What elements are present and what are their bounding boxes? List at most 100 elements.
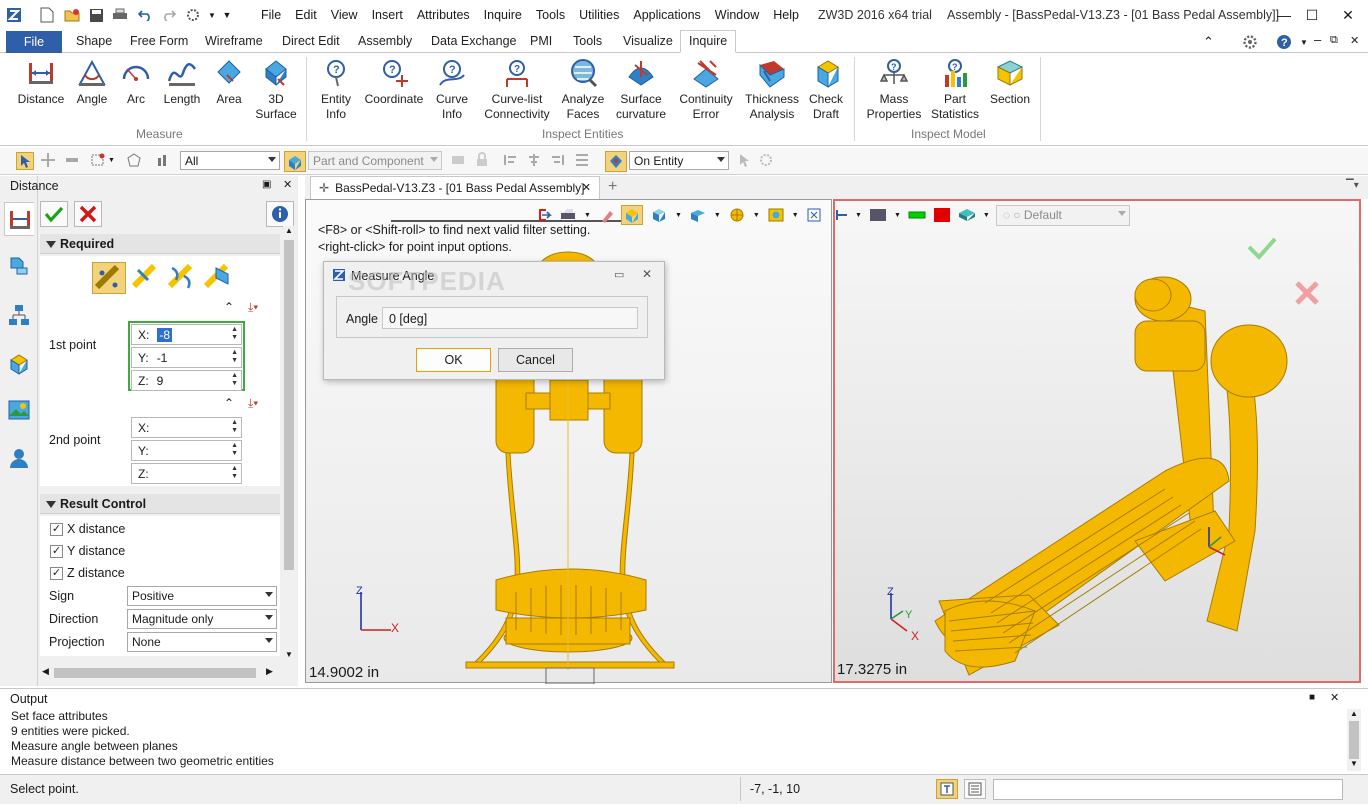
pick-options-icon[interactable]: ⤓▾ (248, 396, 258, 411)
eraser-icon[interactable] (598, 207, 614, 223)
menu-applications[interactable]: Applications (626, 8, 707, 22)
history-manager-icon[interactable] (7, 254, 31, 278)
scroll-up-icon[interactable]: ▲ (285, 226, 293, 235)
select-arrow-icon[interactable] (16, 152, 34, 170)
point-to-point-icon[interactable] (92, 262, 126, 294)
align-icon[interactable] (502, 152, 520, 170)
menu-help[interactable]: Help (766, 8, 806, 22)
new-tab-icon[interactable]: + (608, 178, 617, 196)
menu-tools[interactable]: Tools (529, 8, 572, 22)
tab-tools[interactable]: Tools (573, 34, 602, 48)
pin-icon[interactable]: ✛ (319, 181, 329, 195)
chevron-down-icon[interactable]: ▼ (714, 212, 721, 219)
output-pin-icon[interactable]: ■ (1309, 692, 1315, 703)
collapse-up-icon[interactable]: ⌃ (224, 396, 234, 410)
tab-direct-edit[interactable]: Direct Edit (282, 34, 340, 48)
shaded-view-icon[interactable] (620, 205, 643, 225)
tab-file[interactable]: File (6, 31, 62, 53)
settings-gear-icon[interactable] (184, 6, 202, 24)
command-input[interactable] (993, 779, 1343, 800)
first-point-y-field[interactable]: Y: -1 ▲ ▼ (131, 347, 242, 368)
first-point-x-field[interactable]: X: -8 ▲ ▼ (131, 324, 242, 345)
menu-inquire[interactable]: Inquire (477, 8, 529, 22)
green-color-swatch[interactable] (907, 207, 927, 223)
length-button[interactable]: Length (160, 57, 204, 107)
chevron-down-icon[interactable]: ▼ (894, 212, 901, 219)
material-icon[interactable] (957, 207, 977, 223)
distribute-icon[interactable] (574, 152, 592, 170)
part-statistics-button[interactable]: ? Part Statistics (930, 57, 980, 122)
x-distance-checkbox[interactable]: ✓ (50, 523, 63, 536)
distance-button[interactable]: Distance (18, 57, 64, 107)
dialog-help-icon[interactable]: ▭ (614, 268, 624, 281)
chevron-down-icon[interactable]: ▼ (983, 212, 990, 219)
on-entity-icon[interactable] (605, 151, 627, 172)
spinner-icon[interactable]: ▲ ▼ (231, 349, 238, 365)
spinner-icon[interactable]: ▲ ▼ (231, 326, 238, 342)
collapse-ribbon-icon[interactable]: ⌃ (1203, 34, 1214, 50)
pointer-icon[interactable] (736, 152, 754, 170)
thickness-analysis-button[interactable]: Thickness Analysis (744, 57, 800, 122)
box-select-icon[interactable] (90, 152, 108, 170)
command-list-icon[interactable] (964, 779, 986, 799)
dialog-close-icon[interactable]: ✕ (642, 267, 652, 281)
check-draft-button[interactable]: Check Draft (806, 57, 846, 122)
second-point-x-field[interactable]: X: ▲ ▼ (131, 417, 242, 438)
tab-data-exchange[interactable]: Data Exchange (431, 34, 516, 48)
first-point-z-field[interactable]: Z: 9 ▲ ▼ (131, 370, 242, 391)
z-distance-checkbox[interactable]: ✓ (50, 567, 63, 580)
direction-select[interactable]: Magnitude only (127, 609, 277, 629)
exit-icon[interactable] (536, 207, 552, 223)
target-gear-icon[interactable] (758, 152, 776, 170)
redo-icon[interactable] (160, 6, 178, 24)
spinner-icon[interactable]: ▲ ▼ (231, 442, 238, 458)
point-to-entity-icon[interactable] (130, 262, 164, 294)
info-button[interactable] (266, 201, 294, 227)
chevron-down-icon[interactable]: ▼ (675, 212, 682, 219)
section-button[interactable]: Section (988, 57, 1032, 107)
pick-options-icon[interactable]: ⤓▾ (248, 300, 258, 315)
entity-info-button[interactable]: ? Entity Info (316, 57, 356, 122)
projection-select[interactable]: None (127, 632, 277, 652)
menu-utilities[interactable]: Utilities (572, 8, 626, 22)
tab-close-icon[interactable]: ✕ (582, 181, 591, 194)
section-view-icon[interactable] (728, 207, 746, 223)
spinner-icon[interactable]: ▲ ▼ (231, 465, 238, 481)
arc-button[interactable]: Arc (118, 57, 154, 107)
scroll-down-icon[interactable]: ▼ (1347, 759, 1361, 768)
pick-target-combo[interactable]: On Entity (629, 151, 729, 170)
face-to-face-icon[interactable] (202, 262, 236, 294)
hscroll-thumb[interactable] (54, 668, 256, 678)
printer-icon[interactable] (559, 207, 577, 223)
menu-window[interactable]: Window (708, 8, 766, 22)
pick-point-icon[interactable] (40, 152, 58, 170)
doc-minimize-button[interactable]: – (1314, 32, 1321, 47)
filter-icon[interactable] (156, 152, 174, 170)
menu-file[interactable]: File (254, 8, 288, 22)
3d-surface-button[interactable]: 3D Surface (254, 57, 298, 122)
part-component-icon[interactable] (284, 151, 306, 172)
app-logo-icon[interactable] (5, 6, 23, 24)
gear-icon[interactable] (1242, 34, 1258, 50)
user-manager-icon[interactable] (7, 446, 31, 470)
visual-manager-icon[interactable] (7, 398, 31, 422)
collapse-up-icon[interactable]: ⌃ (224, 300, 234, 314)
viewport-right[interactable]: Z Y X 17.3275 in ▼ ▼ ▼ ◌ ○ Default (833, 199, 1361, 683)
surface-curvature-button[interactable]: Surface curvature (614, 57, 668, 122)
tab-wireframe[interactable]: Wireframe (205, 34, 263, 48)
sign-select[interactable]: Positive (127, 586, 277, 606)
continuity-error-button[interactable]: Continuity Error (676, 57, 736, 122)
tab-assembly[interactable]: Assembly (358, 34, 412, 48)
more-icon[interactable]: ▼ (218, 6, 236, 24)
close-button[interactable]: ✕ (1330, 4, 1366, 26)
maximize-button[interactable]: ☐ (1298, 4, 1326, 26)
curve-list-connectivity-button[interactable]: ? Curve-list Connectivity (480, 57, 554, 122)
cancel-button[interactable] (74, 201, 102, 227)
scroll-up-icon[interactable]: ▲ (1347, 709, 1361, 718)
filter-combo[interactable]: All (180, 151, 280, 170)
view-cube-icon[interactable] (650, 207, 668, 223)
scroll-right-icon[interactable]: ▶ (266, 666, 273, 677)
coordinate-button[interactable]: ? Coordinate (362, 57, 426, 107)
undo-icon[interactable] (136, 6, 154, 24)
chevron-down-icon[interactable]: ▼ (584, 212, 591, 219)
